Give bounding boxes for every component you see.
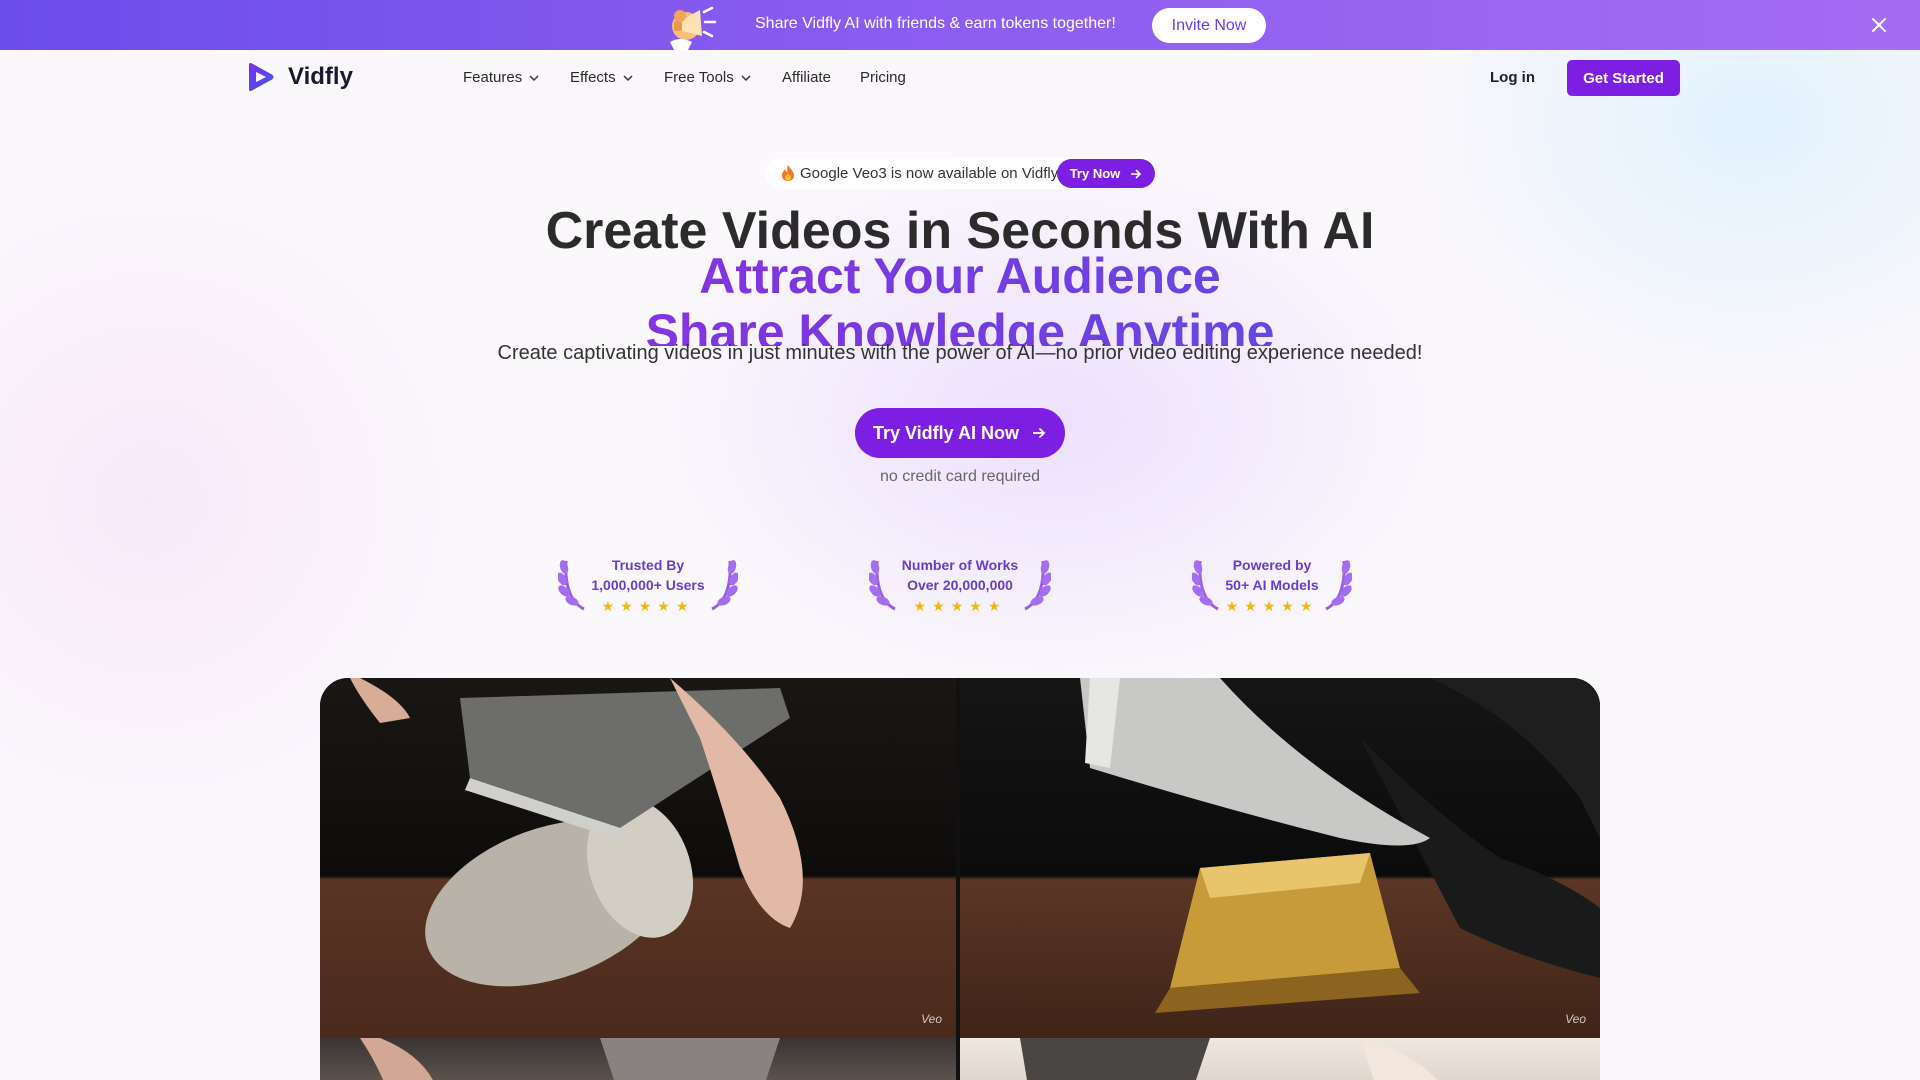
veo-watermark: Veo bbox=[921, 1012, 942, 1026]
video-thumbnail-knife-stone bbox=[350, 678, 803, 987]
rotating-line: Attract Your Audience bbox=[0, 248, 1920, 304]
play-logo-icon bbox=[249, 63, 274, 91]
nav-features[interactable]: Features bbox=[463, 69, 540, 86]
close-icon[interactable] bbox=[1868, 14, 1890, 36]
nav-effects[interactable]: Effects bbox=[570, 69, 634, 86]
chevron-down-icon bbox=[623, 74, 633, 81]
brand-name: Vidfly bbox=[288, 63, 353, 90]
video-thumbnail-partial bbox=[1020, 1038, 1438, 1080]
badge-line2: 50+ AI Models bbox=[1225, 577, 1319, 593]
megaphone-illustration-icon bbox=[670, 6, 717, 50]
rotating-line: Share Knowledge Anytime bbox=[0, 304, 1920, 346]
promo-text: Share Vidfly AI with friends & earn toke… bbox=[755, 15, 1116, 32]
try-vidfly-button[interactable]: Try Vidfly AI Now bbox=[855, 408, 1065, 458]
try-now-button[interactable]: Try Now bbox=[1057, 159, 1155, 188]
fire-icon bbox=[782, 165, 794, 181]
star-rating-icon: ★★★★★ bbox=[913, 598, 1007, 614]
nav-affiliate[interactable]: Affiliate bbox=[782, 69, 831, 86]
nav-free-tools-label: Free Tools bbox=[664, 69, 734, 86]
nav-effects-label: Effects bbox=[570, 69, 616, 86]
chevron-down-icon bbox=[741, 74, 751, 81]
nav-free-tools[interactable]: Free Tools bbox=[664, 69, 752, 86]
star-rating-icon: ★★★★★ bbox=[1225, 598, 1319, 614]
top-nav: Vidfly Features Effects Free Tools Affil… bbox=[0, 50, 1920, 106]
cta-label: Try Vidfly AI Now bbox=[872, 422, 1020, 443]
promo-banner: Share Vidfly AI with friends & earn toke… bbox=[0, 0, 1920, 50]
video-thumbnail-partial bbox=[360, 1038, 780, 1080]
veo-watermark: Veo bbox=[1565, 1012, 1586, 1026]
video-gallery: Veo Veo bbox=[320, 678, 1600, 1080]
nav-pricing[interactable]: Pricing bbox=[860, 69, 906, 86]
badge-line2: Over 20,000,000 bbox=[907, 577, 1013, 593]
video-tile[interactable]: Veo bbox=[960, 678, 1600, 1038]
login-link[interactable]: Log in bbox=[1490, 69, 1535, 86]
chevron-down-icon bbox=[529, 74, 539, 81]
video-thumbnail-knife-gold bbox=[1080, 678, 1600, 1013]
badge-trusted-users: Trusted By 1,000,000+ Users ★★★★★ bbox=[558, 553, 738, 619]
badge-line2: 1,000,000+ Users bbox=[591, 577, 705, 593]
announcement-pill: Google Veo3 is now available on Vidfly T… bbox=[765, 157, 1155, 189]
nav-affiliate-label: Affiliate bbox=[782, 69, 831, 86]
video-tile[interactable]: Veo bbox=[320, 678, 956, 1038]
star-rating-icon: ★★★★★ bbox=[601, 598, 695, 614]
get-started-button[interactable]: Get Started bbox=[1567, 60, 1680, 96]
arrow-right-icon bbox=[1131, 168, 1142, 179]
badge-line1: Trusted By bbox=[611, 557, 685, 573]
brand-logo[interactable]: Vidfly bbox=[244, 61, 353, 93]
invite-now-button[interactable]: Invite Now bbox=[1152, 8, 1266, 43]
arrow-right-icon bbox=[1033, 427, 1046, 439]
badge-line1: Powered by bbox=[1232, 557, 1312, 573]
video-tile[interactable] bbox=[960, 1038, 1600, 1080]
no-credit-card-note: no credit card required bbox=[879, 468, 1041, 485]
video-tile[interactable] bbox=[320, 1038, 956, 1080]
nav-features-label: Features bbox=[463, 69, 523, 86]
hero-rotating-text: Attract Your Audience Share Knowledge An… bbox=[0, 248, 1920, 346]
nav-pricing-label: Pricing bbox=[860, 69, 906, 86]
badge-number-of-works: Number of Works Over 20,000,000 ★★★★★ bbox=[869, 553, 1051, 619]
badge-line1: Number of Works bbox=[901, 557, 1019, 573]
hero-subtitle: Create captivating videos in just minute… bbox=[497, 342, 1423, 364]
badge-ai-models: Powered by 50+ AI Models ★★★★★ bbox=[1192, 553, 1352, 619]
try-now-label: Try Now bbox=[1069, 166, 1121, 181]
announcement-text: Google Veo3 is now available on Vidfly bbox=[800, 165, 1059, 182]
